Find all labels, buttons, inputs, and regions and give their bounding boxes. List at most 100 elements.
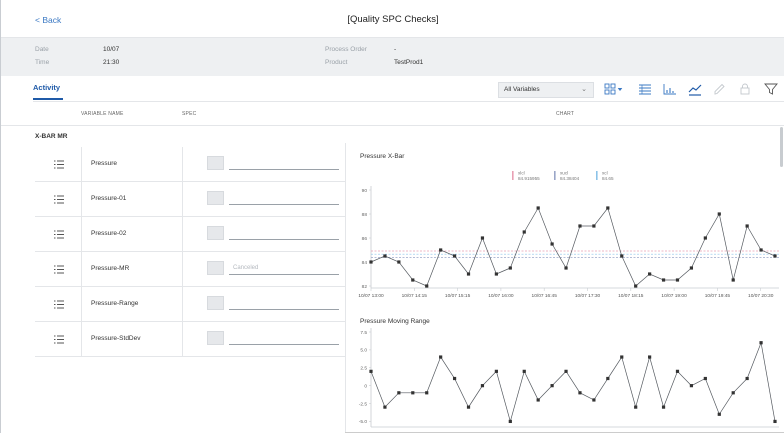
product-label: Product — [325, 59, 348, 66]
data-point — [466, 405, 471, 409]
top-bar: < Back [Quality SPC Checks] — [1, 0, 784, 38]
filter-icon[interactable] — [763, 82, 779, 96]
y-tick-label: 0 — [364, 383, 367, 389]
data-point — [369, 369, 373, 373]
y-tick-label: 5.0 — [360, 348, 367, 354]
data-point — [620, 254, 624, 258]
variable-row[interactable]: Pressure-01 — [35, 182, 345, 217]
data-point — [745, 376, 749, 381]
tab-activity[interactable]: Activity — [33, 83, 60, 92]
chart-panel: Pressure X-Bar Pressure Moving Range 90 8… — [345, 143, 780, 433]
bar-chart-icon[interactable] — [662, 82, 678, 96]
value-input[interactable] — [229, 309, 339, 310]
data-point — [661, 278, 666, 282]
list-icon — [54, 300, 64, 309]
data-point — [480, 384, 485, 388]
series-line — [370, 207, 776, 287]
data-point — [508, 266, 512, 270]
y-tick-label: 7.5 — [360, 330, 367, 336]
value-input[interactable] — [229, 274, 339, 275]
data-point — [508, 419, 512, 424]
data-point — [620, 355, 624, 359]
data-point — [480, 236, 485, 240]
legend-swatch — [596, 171, 598, 180]
y-tick-label: 86 — [362, 236, 368, 242]
time-label: Time — [35, 59, 50, 66]
page-title: [Quality SPC Checks] — [347, 14, 439, 25]
chevron-down-icon: ⌄ — [581, 86, 587, 93]
data-point — [369, 260, 373, 264]
cell-divider — [182, 182, 183, 217]
variable-name: Pressure-MR — [91, 265, 130, 272]
data-point — [648, 272, 652, 276]
data-point — [578, 224, 582, 228]
col-chart: CHART — [556, 111, 575, 117]
edit-icon[interactable] — [711, 82, 727, 96]
variable-row[interactable]: Pressure — [35, 147, 345, 182]
cell-divider — [81, 287, 82, 322]
list-view-icon[interactable] — [637, 82, 653, 96]
cell-divider — [81, 182, 82, 217]
data-point — [717, 412, 721, 416]
value-input[interactable] — [229, 344, 339, 345]
variable-row[interactable]: Pressure-02 — [35, 217, 345, 252]
cell-divider — [81, 322, 82, 357]
legend-value: 84.915955 — [518, 176, 540, 181]
value-input[interactable] — [229, 239, 339, 240]
x-tick-label: 10/07 13:00 — [358, 293, 384, 299]
data-point — [675, 278, 680, 282]
data-point — [606, 376, 610, 381]
value-input[interactable] — [229, 169, 339, 170]
x-tick-label: 10/07 16:00 — [488, 293, 514, 299]
variable-row[interactable]: Pressure-MR Canceled — [35, 252, 345, 287]
lock-icon[interactable] — [737, 82, 753, 96]
legend-swatch — [554, 171, 556, 180]
data-point — [494, 369, 498, 373]
legend-swatch — [512, 171, 514, 180]
data-point — [648, 355, 652, 359]
data-point — [689, 384, 694, 388]
toolbar: Activity All Variables ⌄ — [1, 76, 784, 102]
data-point — [578, 391, 582, 395]
data-point — [606, 206, 610, 210]
spec-indicator — [207, 226, 224, 240]
data-point — [425, 284, 429, 288]
data-point — [550, 242, 554, 246]
list-icon — [54, 335, 64, 344]
variable-row[interactable]: Pressure-Range — [35, 287, 345, 322]
process-order-value: - — [394, 46, 397, 53]
x-tick-label: 10/07 16:45 — [532, 293, 558, 299]
app-window: < Back [Quality SPC Checks] Date 10/07 T… — [0, 0, 784, 433]
data-point — [703, 236, 707, 240]
data-point — [383, 405, 387, 409]
col-variable-name: VARIABLE NAME — [81, 111, 124, 117]
data-point — [522, 369, 526, 373]
line-chart-icon[interactable] — [687, 82, 703, 96]
scrollbar[interactable] — [780, 127, 783, 167]
x-tick-label: 10/07 18:15 — [618, 293, 644, 299]
group-header: X-BAR MR — [35, 133, 68, 140]
variable-row[interactable]: Pressure-StdDev — [35, 322, 345, 357]
product-value: TestProd1 — [394, 59, 424, 66]
value-input[interactable] — [229, 204, 339, 205]
x-tick-label: 10/07 20:30 — [748, 293, 774, 299]
date-value: 10/07 — [103, 46, 120, 53]
info-bar: Date 10/07 Time 21:30 Process Order - Pr… — [1, 38, 784, 76]
data-point — [759, 248, 763, 252]
variable-select[interactable]: All Variables ⌄ — [498, 82, 594, 98]
grid-view-icon[interactable] — [604, 82, 624, 96]
list-icon — [54, 230, 64, 239]
data-point — [452, 254, 457, 258]
variable-name: Pressure-01 — [91, 195, 127, 202]
col-spec: SPEC — [182, 111, 197, 117]
variable-name: Pressure-StdDev — [91, 335, 141, 342]
legend-name: xucl — [560, 171, 568, 176]
y-tick-label: -2.5 — [359, 401, 368, 407]
data-point — [383, 254, 387, 258]
data-point — [452, 376, 457, 381]
cell-divider — [81, 252, 82, 287]
variable-name: Pressure — [91, 160, 118, 167]
list-icon — [54, 265, 64, 274]
data-point — [773, 419, 777, 424]
charts-svg: 90 88 86 84 82 10/07 13:00 10/07 14:15 10/07 15… — [358, 171, 779, 428]
